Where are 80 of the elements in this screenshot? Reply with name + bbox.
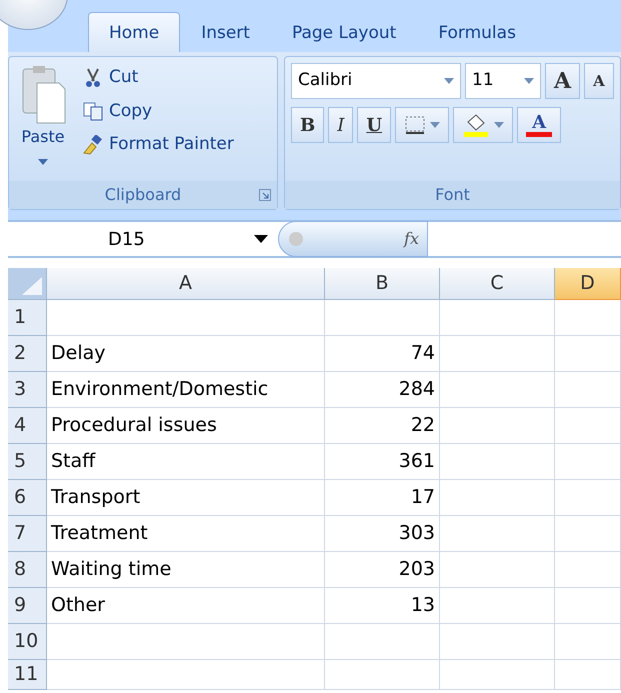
table-cell: Other <box>47 588 325 624</box>
row-header[interactable]: 1 <box>8 300 47 336</box>
caret-icon <box>494 122 504 128</box>
bold-button[interactable]: B <box>291 107 324 143</box>
dialog-launcher-icon[interactable] <box>259 189 271 201</box>
column-header[interactable]: C <box>440 268 555 300</box>
table-cell: 203 <box>325 552 440 588</box>
table-cell <box>555 444 621 480</box>
grow-font-button[interactable]: A <box>545 63 580 99</box>
table-cell: Transport <box>47 480 325 516</box>
circle-icon <box>287 230 305 248</box>
clipboard-cut-button[interactable]: Cut <box>79 63 238 92</box>
paste-button[interactable]: Paste <box>15 63 71 175</box>
triangle-icon <box>22 277 42 295</box>
row-header[interactable]: 4 <box>8 408 47 444</box>
ribbon-tab[interactable]: Page Layout <box>270 12 418 52</box>
group-title: Clipboard <box>104 184 182 206</box>
fill-color-button[interactable] <box>453 107 514 143</box>
row-header[interactable]: 9 <box>8 588 47 624</box>
row-header[interactable]: 11 <box>8 660 47 690</box>
table-cell: Delay <box>47 336 325 372</box>
table-cell <box>555 336 621 372</box>
color-swatch-icon <box>526 132 552 136</box>
ribbon-tab[interactable]: Formulas <box>417 12 537 52</box>
column-header[interactable]: A <box>47 268 325 300</box>
shrink-font-button[interactable]: A <box>584 63 614 99</box>
table-cell: Environment/Domestic <box>47 372 325 408</box>
font-name-field[interactable]: Calibri <box>291 63 461 99</box>
table-cell <box>555 480 621 516</box>
scissors-icon <box>83 68 103 88</box>
font-size-field[interactable]: 11 <box>465 63 541 99</box>
caret-icon <box>444 78 454 84</box>
group-title: Font <box>435 184 470 206</box>
table-cell: 22 <box>325 408 440 444</box>
table-cell: Waiting time <box>47 552 325 588</box>
table-cell <box>555 552 621 588</box>
table-cell: 17 <box>325 480 440 516</box>
underline-button[interactable]: U <box>357 107 392 143</box>
copy-icon <box>83 101 103 122</box>
italic-button[interactable]: I <box>328 107 354 143</box>
table-cell: 361 <box>325 444 440 480</box>
table-cell: Treatment <box>47 516 325 552</box>
table-cell <box>555 372 621 408</box>
font-color-button[interactable]: A <box>517 107 562 143</box>
paint-bucket-icon <box>462 112 490 138</box>
row-header[interactable]: 8 <box>8 552 47 588</box>
row-header[interactable]: 5 <box>8 444 47 480</box>
column-header[interactable]: B <box>325 268 440 300</box>
row-header[interactable]: 7 <box>8 516 47 552</box>
caret-icon <box>524 78 534 84</box>
dropdown-arrow-icon <box>254 235 268 243</box>
table-cell: Staff <box>47 444 325 480</box>
table-cell: 284 <box>325 372 440 408</box>
table-cell <box>555 660 621 690</box>
select-all-button[interactable] <box>8 268 47 300</box>
borders-button[interactable] <box>395 107 450 143</box>
row-header[interactable]: 6 <box>8 480 47 516</box>
table-cell: 13 <box>325 588 440 624</box>
table-cell: 74 <box>325 336 440 372</box>
table-cell <box>555 300 621 336</box>
table-cell <box>555 408 621 444</box>
table-cell <box>555 588 621 624</box>
borders-icon <box>404 115 426 135</box>
row-header[interactable]: 10 <box>8 624 47 660</box>
ribbon-tab[interactable]: Insert <box>180 12 271 52</box>
table-cell: 303 <box>325 516 440 552</box>
table-cell: Procedural issues <box>47 408 325 444</box>
clipboard-painter-button[interactable]: Format Painter <box>79 130 238 160</box>
ribbon-tab[interactable]: Home <box>88 12 180 52</box>
insert-function-button[interactable]: fx <box>278 221 428 257</box>
row-header[interactable]: 3 <box>8 372 47 408</box>
paintbrush-icon <box>83 134 103 155</box>
caret-icon <box>38 158 48 165</box>
column-header[interactable]: D <box>555 268 621 300</box>
table-cell <box>555 516 621 552</box>
table-cell <box>555 624 621 660</box>
row-header[interactable]: 2 <box>8 336 47 372</box>
name-box[interactable]: D15 <box>8 222 278 256</box>
clipboard-copy-button[interactable]: Copy <box>79 96 238 126</box>
caret-icon <box>430 122 440 128</box>
